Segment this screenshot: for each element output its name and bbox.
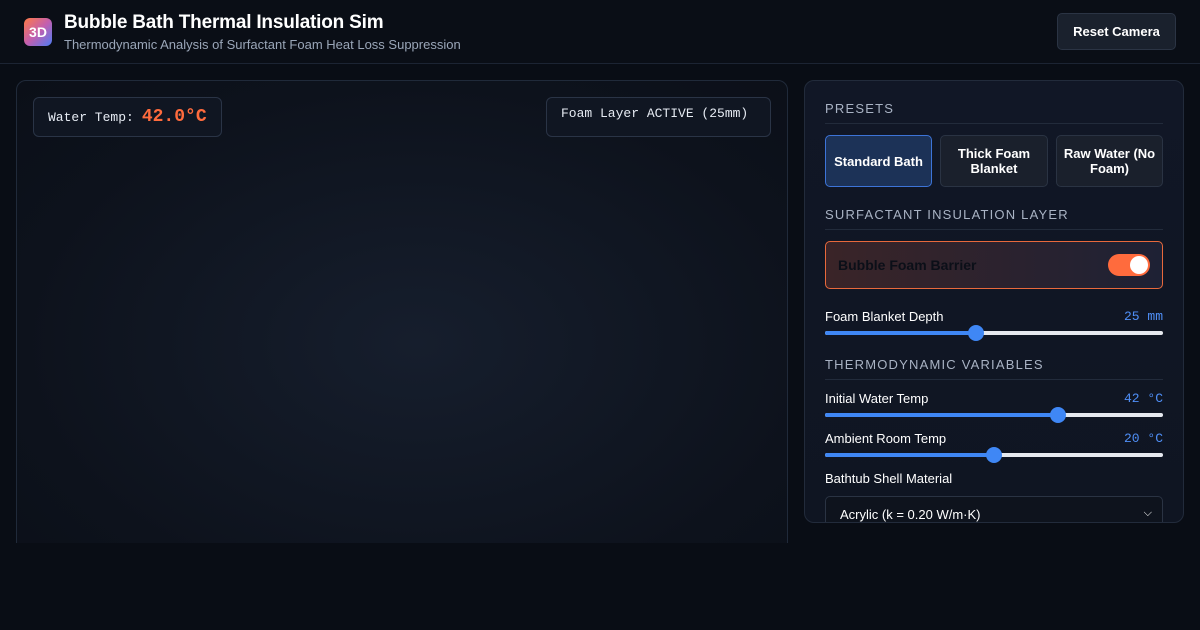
water-temp-value: 42.0°C <box>141 107 207 127</box>
presets-section-title: PRESETS <box>825 101 1163 124</box>
app-subtitle: Thermodynamic Analysis of Surfactant Foa… <box>64 37 461 52</box>
slider-thumb[interactable] <box>986 447 1002 463</box>
preset-standard-bath-button[interactable]: Standard Bath <box>825 135 932 187</box>
slider-fill <box>825 413 1059 417</box>
water-temp-slider-label: Initial Water Temp <box>825 391 929 406</box>
slider-thumb[interactable] <box>967 325 984 341</box>
foam-depth-value: 25 mm <box>1123 309 1163 324</box>
water-temp-slider[interactable] <box>825 407 1163 423</box>
app-title: Bubble Bath Thermal Insulation Sim <box>64 12 384 33</box>
ambient-temp-slider[interactable] <box>825 447 1163 463</box>
material-select[interactable]: Acrylic (k = 0.20 W/m·K) ⌵ <box>825 496 1163 522</box>
app-header: 3D Bubble Bath Thermal Insulation Sim Th… <box>0 0 1200 64</box>
slider-fill <box>825 453 994 457</box>
app-logo: 3D <box>24 18 52 46</box>
toggle-knob <box>1130 256 1148 274</box>
material-selected-value: Acrylic (k = 0.20 W/m·K) <box>840 507 981 522</box>
preset-thick-foam-button[interactable]: Thick Foam Blanket <box>940 135 1048 187</box>
water-temp-readout: Water Temp: 42.0°C <box>33 97 222 137</box>
thermo-section-title: THERMODYNAMIC VARIABLES <box>825 357 1163 380</box>
ambient-temp-value: 20 °C <box>1123 431 1163 446</box>
foam-depth-slider[interactable] <box>825 325 1163 341</box>
foam-depth-label: Foam Blanket Depth <box>825 309 944 324</box>
foam-barrier-label: Bubble Foam Barrier <box>838 257 977 273</box>
3d-viewport[interactable]: Water Temp: 42.0°C Foam Layer ACTIVE (25… <box>16 80 788 560</box>
material-label: Bathtub Shell Material <box>825 471 953 486</box>
insulation-section-title: SURFACTANT INSULATION LAYER <box>825 207 1163 230</box>
page-background <box>0 543 1200 630</box>
water-temp-label: Water Temp: <box>48 109 134 125</box>
ambient-temp-label: Ambient Room Temp <box>825 431 947 446</box>
reset-camera-button[interactable]: Reset Camera <box>1057 13 1176 50</box>
slider-thumb[interactable] <box>1050 407 1067 423</box>
slider-fill <box>825 331 976 335</box>
preset-raw-water-button[interactable]: Raw Water (No Foam) <box>1056 135 1163 187</box>
water-temp-slider-value: 42 °C <box>1123 391 1163 406</box>
control-panel: PRESETS Standard Bath Thick Foam Blanket… <box>804 80 1184 523</box>
foam-barrier-row[interactable]: Bubble Foam Barrier <box>825 241 1163 289</box>
foam-status-readout: Foam Layer ACTIVE (25mm) <box>546 97 771 137</box>
chevron-down-icon: ⌵ <box>1143 507 1152 519</box>
foam-barrier-toggle[interactable] <box>1108 254 1150 276</box>
